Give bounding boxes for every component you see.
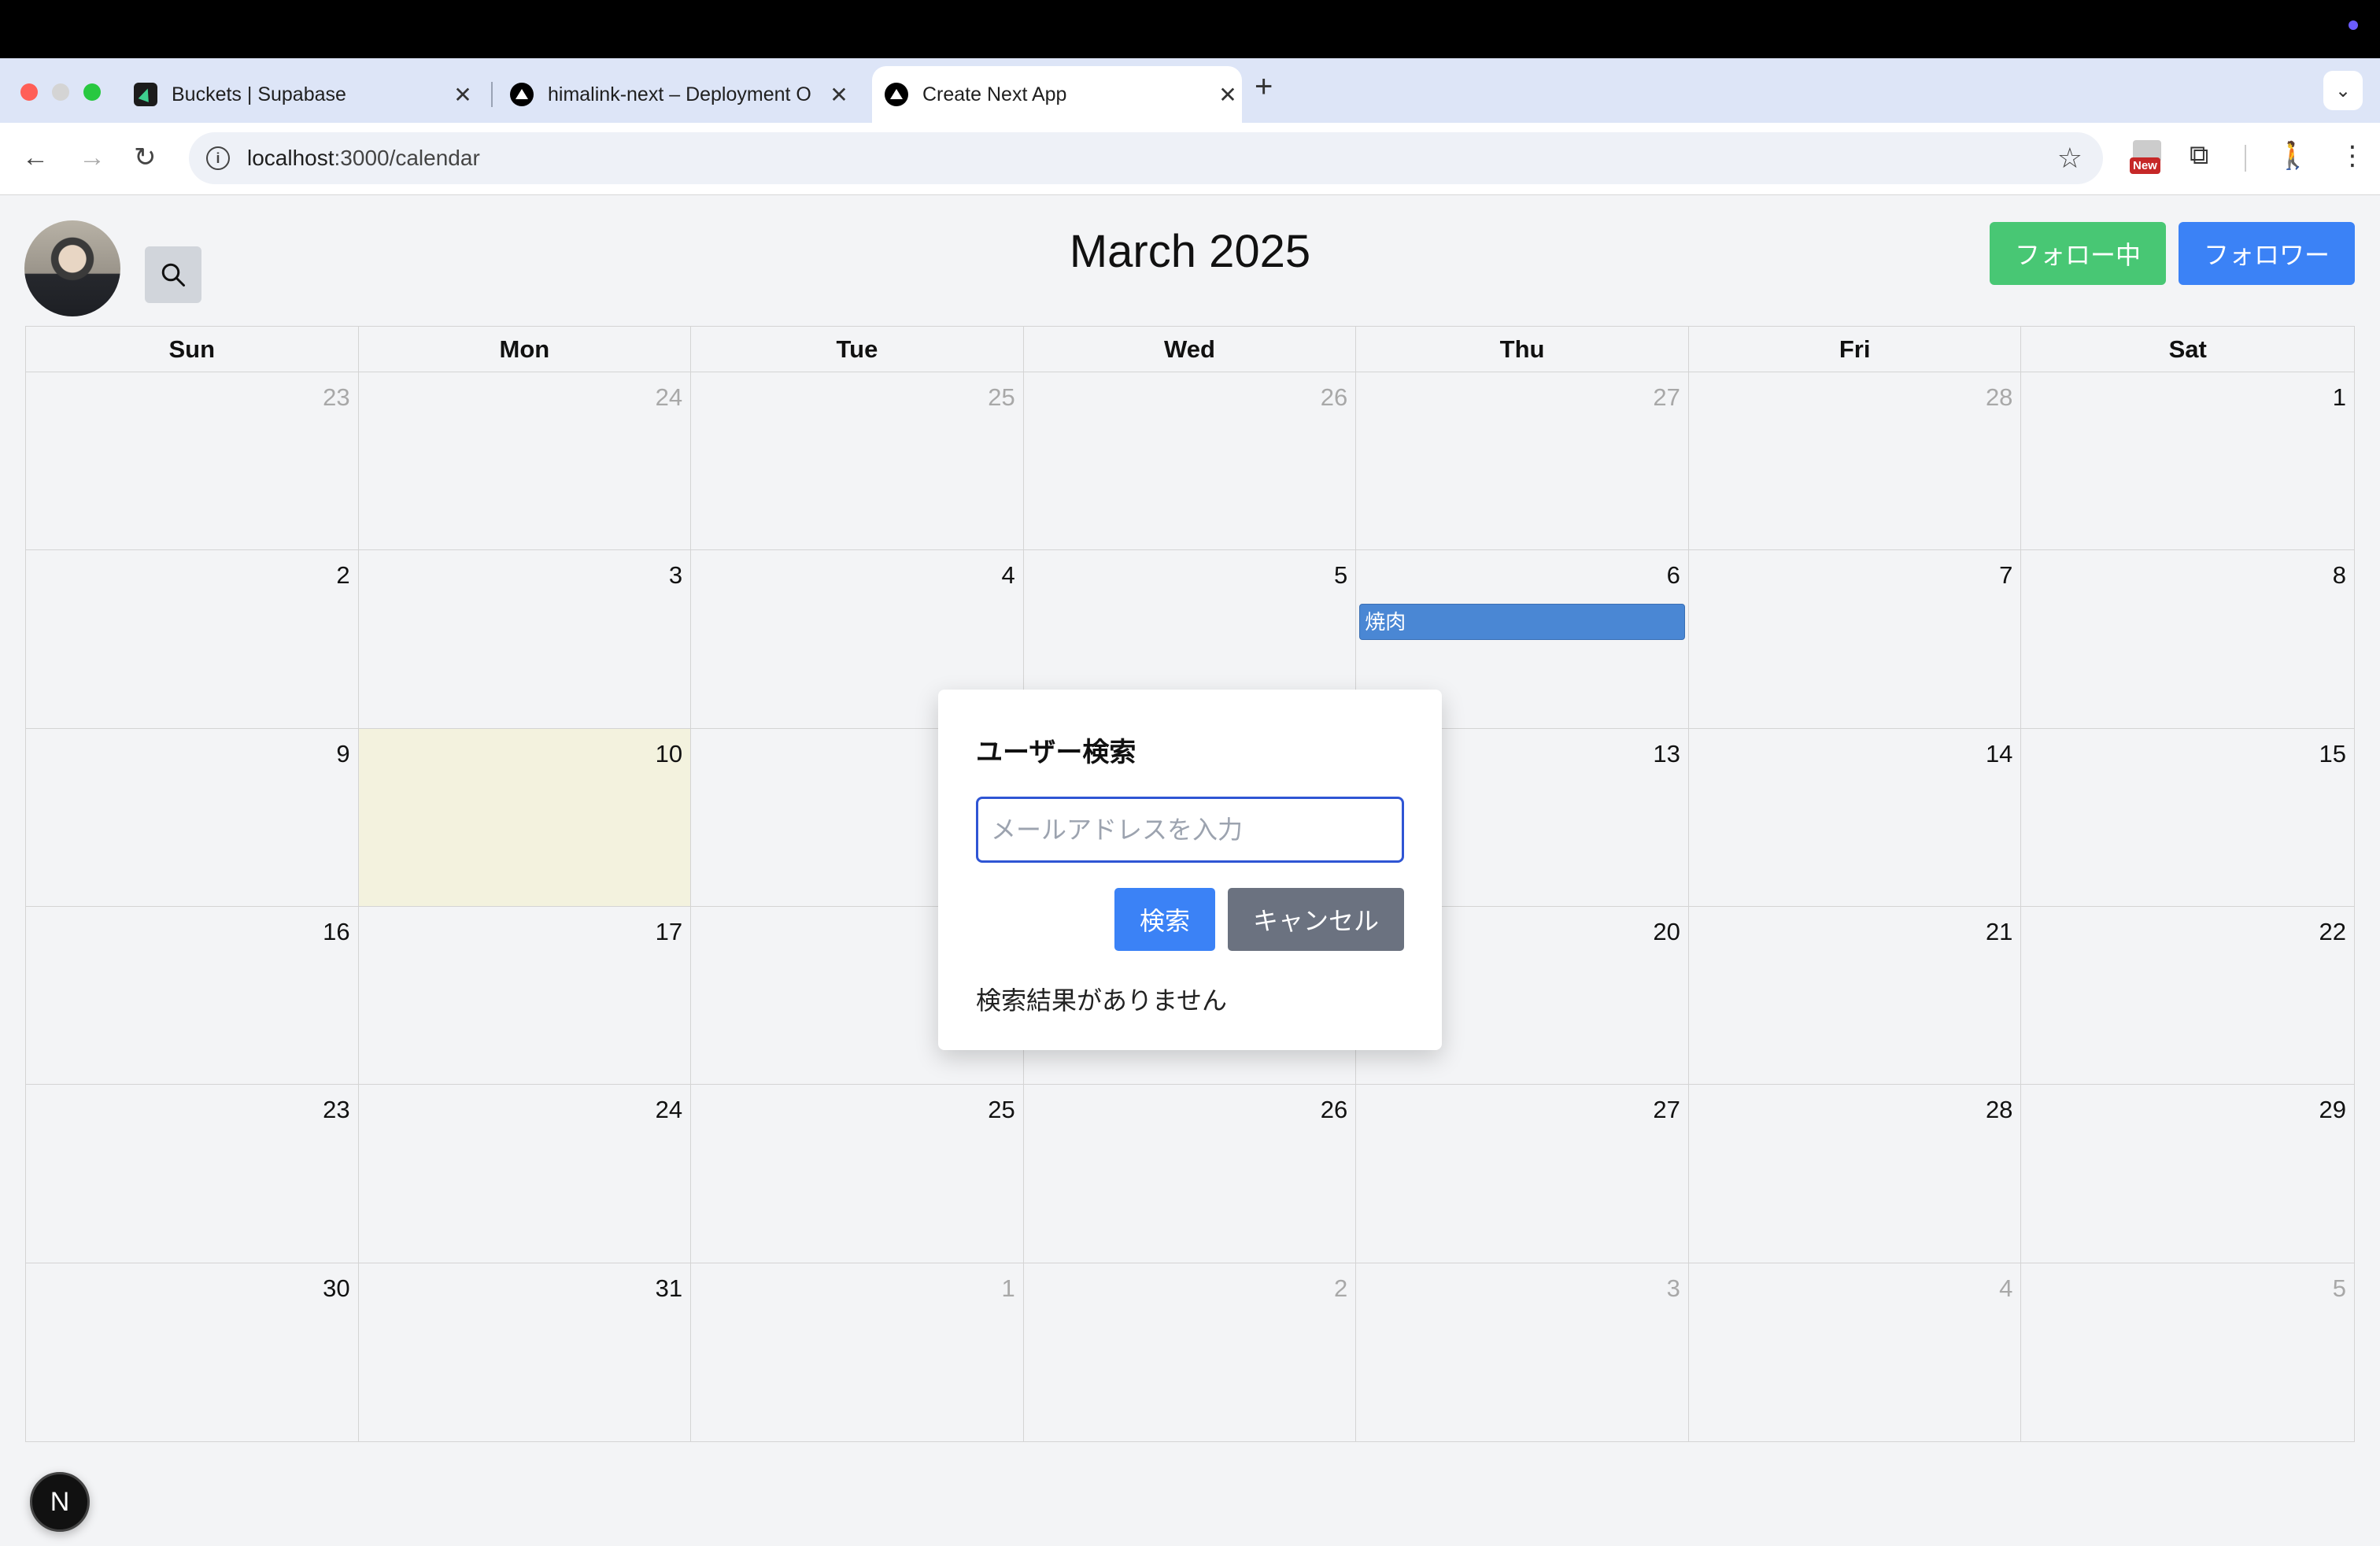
url-host: localhost — [247, 146, 334, 170]
tab-divider — [491, 82, 493, 107]
os-menu-bar — [0, 0, 2380, 58]
browser-menu-kebab-icon[interactable]: ⋮ — [2339, 140, 2366, 172]
profile-figure-icon[interactable]: 🚶 — [2276, 140, 2309, 172]
tab-close-icon[interactable]: ✕ — [449, 82, 477, 108]
forward-arrow-icon[interactable]: → — [79, 142, 105, 173]
back-arrow-icon[interactable]: ← — [22, 142, 49, 173]
tab-close-icon[interactable]: ✕ — [1214, 82, 1242, 108]
email-search-input[interactable] — [976, 797, 1404, 863]
toolbar-divider — [2245, 145, 2246, 172]
window-minimize-button[interactable] — [52, 83, 69, 101]
tab-title: Buckets | Supabase — [172, 83, 346, 105]
browser-tab-supabase[interactable]: Buckets | Supabase ✕ — [134, 66, 477, 123]
extensions-puzzle-icon[interactable]: ⧉ — [2190, 140, 2208, 171]
tab-title: Create Next App — [922, 83, 1067, 105]
address-bar[interactable]: i localhost:3000/calendar ☆ — [189, 132, 2103, 184]
tab-search-chevron-icon[interactable]: ⌄ — [2323, 71, 2363, 110]
vercel-icon — [885, 83, 908, 106]
vercel-icon — [510, 83, 534, 106]
calendar-app: March 2025 フォロー中 フォロワー Sun Mon Tue Wed Thu Fr… — [0, 195, 2380, 1546]
tab-close-icon[interactable]: ✕ — [825, 82, 853, 108]
no-results-message: 検索結果がありません — [976, 986, 1228, 1015]
search-submit-button[interactable]: 検索 — [1114, 888, 1215, 951]
user-search-modal: ユーザー検索 検索 キャンセル 検索結果がありません — [938, 690, 1442, 1050]
new-tab-button[interactable]: + — [1255, 71, 1273, 102]
url-text[interactable]: localhost:3000/calendar — [247, 146, 480, 171]
browser-tab-vercel[interactable]: himalink-next – Deployment O ✕ — [510, 66, 853, 123]
extension-badge: New — [2130, 157, 2160, 174]
nextjs-dev-indicator[interactable]: N — [30, 1472, 90, 1532]
reload-icon[interactable]: ↻ — [134, 142, 157, 173]
supabase-icon — [134, 83, 157, 106]
extension-new-icon[interactable]: New — [2130, 140, 2164, 175]
bookmark-star-icon[interactable]: ☆ — [2057, 142, 2082, 175]
modal-overlay: ユーザー検索 検索 キャンセル 検索結果がありません — [0, 195, 2380, 1546]
modal-title: ユーザー検索 — [976, 738, 1136, 767]
site-info-icon[interactable]: i — [206, 146, 230, 170]
browser-toolbar: ← → ↻ i localhost:3000/calendar ☆ New ⧉ … — [0, 123, 2380, 195]
browser-tabstrip: Buckets | Supabase ✕ himalink-next – Dep… — [0, 58, 2380, 123]
tab-title: himalink-next – Deployment O — [548, 83, 811, 105]
browser-tab-active[interactable]: Create Next App ✕ — [872, 66, 1242, 123]
status-dot-icon — [2349, 20, 2358, 30]
window-zoom-button[interactable] — [83, 83, 101, 101]
window-close-button[interactable] — [20, 83, 38, 101]
cancel-button[interactable]: キャンセル — [1228, 888, 1404, 951]
url-path: :3000/calendar — [334, 146, 480, 170]
